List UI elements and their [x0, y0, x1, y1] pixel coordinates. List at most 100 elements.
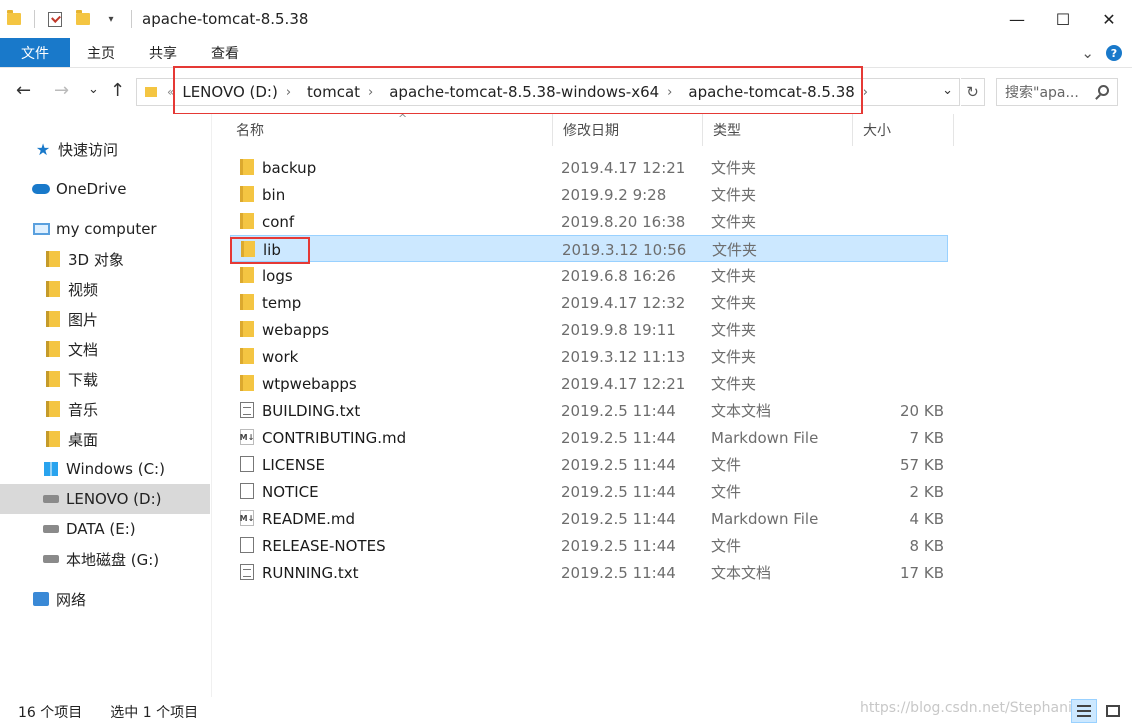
folder-downloads-icon [44, 371, 62, 387]
expand-ribbon-icon[interactable]: ⌄ [1081, 44, 1094, 62]
breadcrumb-tomcat-windows[interactable]: apache-tomcat-8.5.38-windows-x64 [381, 83, 661, 101]
sidebar-item-drive-e[interactable]: DATA (E:) [0, 514, 210, 544]
file-name: wtpwebapps [262, 374, 357, 393]
file-name: logs [262, 266, 293, 285]
drive-icon [42, 491, 60, 507]
file-list: 名称 ^ 修改日期 类型 大小 backup 2019.4.17 12:21 文件夹… [212, 112, 1132, 697]
customize-toolbar-icon[interactable]: ▾ [97, 0, 125, 38]
sidebar-item-desktop[interactable]: 桌面 [0, 424, 210, 454]
chevron-right-icon[interactable]: › [857, 85, 876, 100]
forward-button[interactable]: → [54, 80, 69, 101]
breadcrumb-drive[interactable]: LENOVO (D:) [174, 83, 279, 101]
properties-icon[interactable] [41, 0, 69, 38]
sidebar-item-pictures[interactable]: 图片 [0, 304, 210, 334]
tab-file[interactable]: 文件 [0, 38, 70, 67]
drive-icon [42, 551, 60, 567]
sidebar-item-videos[interactable]: 视频 [0, 274, 210, 304]
refresh-button[interactable]: ↻ [961, 78, 985, 106]
maximize-button[interactable]: ☐ [1040, 0, 1086, 38]
sidebar-item-3d-objects[interactable]: 3D 对象 [0, 244, 210, 274]
file-size [860, 208, 944, 235]
address-dropdown-button[interactable]: ⌄ [942, 83, 953, 98]
chevron-right-icon[interactable]: › [362, 85, 381, 100]
sidebar-item-my-computer[interactable]: my computer [0, 214, 210, 244]
file-type: 文件 [711, 537, 742, 555]
column-header-modified[interactable]: 修改日期 [553, 114, 703, 146]
close-button[interactable]: ✕ [1086, 0, 1132, 38]
file-row-contributing-md[interactable]: M↓ CONTRIBUTING.md 2019.2.5 11:44 Markdown … [230, 424, 948, 451]
file-type: Markdown File [711, 509, 819, 528]
breadcrumb-current[interactable]: apache-tomcat-8.5.38 [680, 83, 856, 101]
file-name: temp [262, 293, 302, 312]
details-view-button[interactable] [1071, 699, 1097, 723]
ribbon-tabs: 文件 主页 共享 查看 ⌄ ? [0, 38, 1132, 68]
column-header-size[interactable]: 大小 [853, 114, 954, 146]
file-size [860, 316, 944, 343]
file-row-building-txt[interactable]: BUILDING.txt 2019.2.5 11:44 文本文档 20 KB [230, 397, 948, 424]
address-row: ← → ⌄ ↑ « LENOVO (D:) › tomcat › apache-… [0, 68, 1132, 114]
file-row-release-notes[interactable]: RELEASE-NOTES 2019.2.5 11:44 文件 8 KB [230, 532, 948, 559]
sidebar-item-label: 本地磁盘 (G:) [66, 550, 160, 569]
file-type: 文件夹 [711, 267, 757, 285]
file-row-notice[interactable]: NOTICE 2019.2.5 11:44 文件 2 KB [230, 478, 948, 505]
sidebar-item-quick-access[interactable]: ★ 快速访问 [0, 134, 210, 164]
file-row-lib[interactable]: lib 2019.3.12 10:56 文件夹 [230, 235, 948, 262]
large-icons-view-button[interactable] [1100, 699, 1126, 723]
column-header-name[interactable]: 名称 ^ [226, 112, 553, 146]
column-header-label: 大小 [863, 123, 891, 139]
file-row-work[interactable]: work 2019.3.12 11:13 文件夹 [230, 343, 948, 370]
new-folder-icon[interactable] [69, 0, 97, 38]
file-icon [240, 537, 254, 553]
sidebar-item-drive-d[interactable]: LENOVO (D:) [0, 484, 210, 514]
file-type: 文本文档 [711, 564, 772, 582]
tab-home[interactable]: 主页 [70, 38, 132, 67]
folder-icon [240, 321, 254, 337]
sidebar-item-drive-g[interactable]: 本地磁盘 (G:) [0, 544, 210, 574]
pc-icon [32, 221, 50, 237]
address-overflow[interactable]: « [167, 85, 174, 99]
file-size [860, 289, 944, 316]
help-icon[interactable]: ? [1106, 45, 1122, 61]
file-row-webapps[interactable]: webapps 2019.9.8 19:11 文件夹 [230, 316, 948, 343]
file-row-bin[interactable]: bin 2019.9.2 9:28 文件夹 [230, 181, 948, 208]
sidebar-item-onedrive[interactable]: OneDrive [0, 174, 210, 204]
file-row-logs[interactable]: logs 2019.6.8 16:26 文件夹 [230, 262, 948, 289]
sidebar-item-documents[interactable]: 文档 [0, 334, 210, 364]
sidebar-item-label: Windows (C:) [66, 460, 165, 478]
address-bar[interactable]: « LENOVO (D:) › tomcat › apache-tomcat-8… [136, 78, 960, 106]
sidebar-item-drive-c[interactable]: Windows (C:) [0, 454, 210, 484]
file-modified-date: 2019.2.5 11:44 [561, 455, 676, 474]
file-name: NOTICE [262, 482, 319, 501]
file-row-license[interactable]: LICENSE 2019.2.5 11:44 文件 57 KB [230, 451, 948, 478]
item-count: 16 个项目 [18, 705, 83, 721]
markdown-file-icon: M↓ [240, 510, 254, 526]
chevron-right-icon[interactable]: › [661, 85, 680, 100]
file-name: work [262, 347, 299, 366]
breadcrumb-tomcat[interactable]: tomcat [299, 83, 362, 101]
sidebar-item-music[interactable]: 音乐 [0, 394, 210, 424]
back-button[interactable]: ← [16, 80, 31, 101]
recent-locations-button[interactable]: ⌄ [88, 82, 99, 97]
folder-documents-icon [44, 341, 62, 357]
text-file-icon [240, 564, 254, 580]
search-input[interactable]: 搜索"apa... [996, 78, 1118, 106]
minimize-button[interactable]: — [994, 0, 1040, 38]
file-name: RELEASE-NOTES [262, 536, 386, 555]
file-row-running-txt[interactable]: RUNNING.txt 2019.2.5 11:44 文本文档 17 KB [230, 559, 948, 586]
file-size: 7 KB [909, 428, 944, 447]
sidebar-item-label: 3D 对象 [68, 250, 124, 269]
file-row-temp[interactable]: temp 2019.4.17 12:32 文件夹 [230, 289, 948, 316]
file-row-wtpwebapps[interactable]: wtpwebapps 2019.4.17 12:21 文件夹 [230, 370, 948, 397]
up-button[interactable]: ↑ [110, 80, 125, 101]
column-header-type[interactable]: 类型 [703, 114, 853, 146]
sidebar-item-downloads[interactable]: 下载 [0, 364, 210, 394]
tab-share[interactable]: 共享 [132, 38, 194, 67]
file-row-backup[interactable]: backup 2019.4.17 12:21 文件夹 [230, 154, 948, 181]
sidebar-item-network[interactable]: 网络 [0, 584, 210, 614]
file-row-readme-md[interactable]: M↓ README.md 2019.2.5 11:44 Markdown File 4 … [230, 505, 948, 532]
chevron-right-icon[interactable]: › [280, 85, 299, 100]
tab-view[interactable]: 查看 [194, 38, 256, 67]
folder-video-icon [44, 281, 62, 297]
file-row-conf[interactable]: conf 2019.8.20 16:38 文件夹 [230, 208, 948, 235]
file-icon [240, 456, 254, 472]
